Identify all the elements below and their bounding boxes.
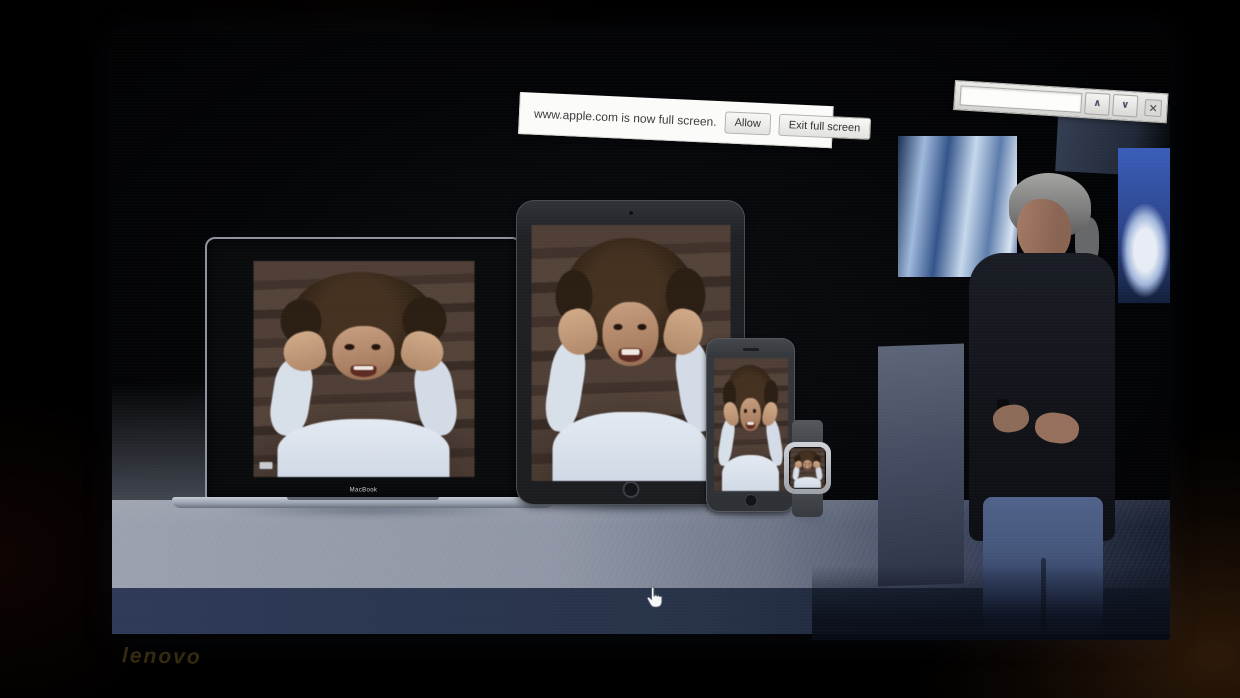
kid-shirt [277, 419, 449, 477]
exit-fullscreen-button[interactable]: Exit full screen [778, 113, 870, 139]
kid-shirt [722, 455, 780, 491]
notification-message: www.apple.com is now full screen. [534, 106, 717, 128]
kid-photo [253, 261, 474, 477]
find-next-button[interactable]: ∨ [1112, 94, 1138, 118]
kid-photo [790, 448, 825, 488]
backdrop-photo-blue-shape [1118, 148, 1170, 303]
home-button [622, 481, 639, 498]
kid-eye-right [371, 344, 381, 350]
close-button[interactable]: × [1144, 98, 1162, 116]
kid-shirt [794, 477, 821, 488]
speaker-grille [743, 348, 759, 351]
watch-screen [789, 447, 826, 489]
watch-band-bottom [792, 490, 823, 517]
stage-podium [878, 343, 964, 586]
allow-button[interactable]: Allow [724, 111, 771, 135]
home-button [744, 494, 757, 507]
macbook: MacBook [205, 237, 522, 499]
iphone [706, 338, 795, 512]
kid-teeth [622, 349, 640, 355]
kid-photo [531, 225, 730, 481]
photo-watermark-badge [259, 462, 272, 469]
apple-watch [783, 420, 833, 517]
find-input[interactable] [959, 85, 1082, 113]
lenovo-logo: lenovo [122, 644, 202, 670]
chevron-down-icon: ∨ [1121, 99, 1130, 110]
chevron-up-icon: ∧ [1093, 98, 1102, 109]
kid-eye-left [345, 344, 355, 350]
kid-eye-left [744, 409, 747, 412]
camera-icon [629, 211, 633, 215]
presenter [957, 165, 1125, 633]
kid-eye-right [753, 409, 756, 412]
macbook-label: MacBook [246, 486, 481, 493]
close-icon: × [1148, 101, 1158, 115]
kid-shirt [553, 412, 708, 481]
hand-pointer-cursor [645, 586, 663, 608]
macbook-base [172, 497, 554, 508]
monitor-screen: MacBook [112, 30, 1170, 640]
find-previous-button[interactable]: ∧ [1084, 92, 1110, 116]
stage-shadow-fade [812, 565, 1170, 640]
watch-case [784, 442, 831, 494]
kid-teeth [354, 366, 374, 371]
kid-photo [714, 358, 788, 491]
